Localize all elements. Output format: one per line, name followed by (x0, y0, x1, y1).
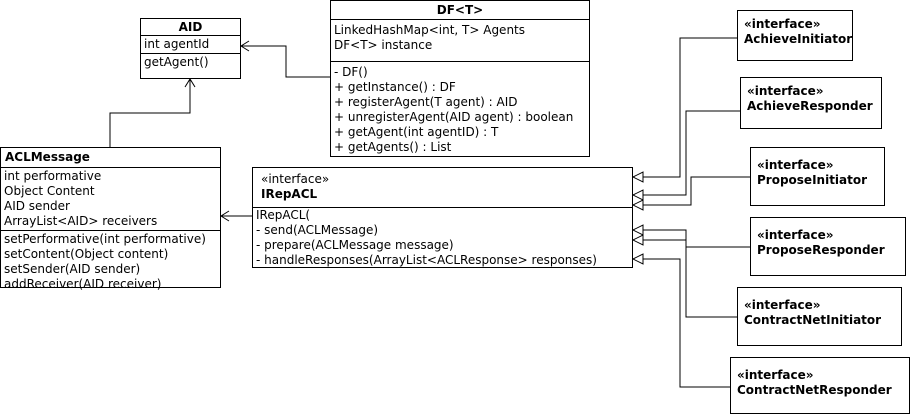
df-to-aid-association (241, 45, 330, 78)
aclmessage-operation: setPerformative(int performative) (4, 232, 206, 246)
irepacl-header: «interface» IRepACL (253, 168, 632, 207)
interface-name: AchieveResponder (747, 99, 873, 113)
aid-class[interactable]: AID int agentId getAgent() (140, 18, 241, 79)
aid-operation: getAgent() (144, 55, 209, 69)
interface-name: ProposeInitiator (757, 173, 868, 187)
realization-triangle-1 (631, 171, 644, 183)
realization-contractnet-initiator (643, 239, 737, 318)
interface-name: ProposeResponder (757, 243, 885, 257)
df-operation: + getAgent(int agentID) : T (334, 125, 499, 139)
df-attributes: LinkedHashMap<int, T> Agents DF<T> insta… (331, 19, 589, 61)
interface-stereotype: «interface» (744, 298, 821, 312)
realization-triangle-5 (631, 234, 644, 246)
realization-propose-initiator (643, 176, 750, 206)
irepacl-interface[interactable]: «interface» IRepACL IRepACL( - send(ACLM… (252, 167, 633, 268)
aclmessage-attribute: Object Content (4, 184, 95, 198)
interface-achieve-initiator[interactable]: «interface» AchieveInitiator (737, 10, 853, 61)
interface-propose-initiator[interactable]: «interface» ProposeInitiator (750, 147, 885, 206)
df-operations: - DF() + getInstance() : DF + registerAg… (331, 61, 589, 158)
df-attribute: DF<T> instance (334, 38, 433, 52)
df-operation: + registerAgent(T agent) : AID (334, 95, 518, 109)
df-operation: + getInstance() : DF (334, 80, 456, 94)
irepacl-stereotype: «interface» (261, 172, 330, 186)
df-class-name: DF<T> (436, 3, 484, 17)
aclmessage-class-name: ACLMessage (5, 150, 90, 164)
irepacl-operation: - prepare(ACLMessage message) (256, 238, 454, 252)
interface-stereotype: «interface» (747, 84, 824, 98)
acl-to-aid-association (109, 79, 191, 147)
interface-contractnet-initiator[interactable]: «interface» ContractNetInitiator (737, 287, 902, 346)
df-class[interactable]: DF<T> LinkedHashMap<int, T> Agents DF<T>… (330, 0, 590, 157)
irepacl-operation: - send(ACLMessage) (256, 223, 379, 237)
aclmessage-attribute: AID sender (4, 199, 70, 213)
interface-stereotype: «interface» (737, 368, 814, 382)
aclmessage-class[interactable]: ACLMessage int performative Object Conte… (0, 147, 221, 291)
aclmessage-attributes: int performative Object Content AID send… (1, 167, 220, 230)
aid-class-name: AID (178, 20, 203, 34)
irepacl-operations: IRepACL( - send(ACLMessage) - prepare(AC… (253, 207, 632, 268)
realization-achieve-initiator (643, 37, 737, 178)
interface-contractnet-responder[interactable]: «interface» ContractNetResponder (730, 357, 910, 414)
interface-stereotype: «interface» (757, 158, 834, 172)
aclmessage-operations: setPerformative(int performative) setCon… (1, 230, 220, 293)
interface-name: AchieveInitiator (744, 32, 853, 46)
aclmessage-operation: setSender(AID sender) (4, 262, 141, 276)
df-operation: + getAgents() : List (334, 140, 452, 154)
interface-propose-responder[interactable]: «interface» ProposeResponder (750, 217, 906, 276)
df-operation: + unregisterAgent(AID agent) : boolean (334, 110, 574, 124)
realization-triangle-6 (631, 253, 644, 265)
realization-triangle-2 (631, 189, 644, 201)
aid-operations: getAgent() (141, 53, 240, 71)
realization-triangle-4 (631, 224, 644, 236)
aclmessage-operation: setContent(Object content) (4, 247, 169, 261)
irepacl-operation: IRepACL( (256, 208, 311, 222)
df-operation: - DF() (334, 65, 368, 79)
interface-name: ContractNetInitiator (744, 313, 882, 327)
interface-name: ContractNetResponder (737, 383, 892, 397)
interface-stereotype: «interface» (757, 228, 834, 242)
df-attribute: LinkedHashMap<int, T> Agents (334, 23, 526, 37)
realization-triangle-3 (631, 199, 644, 211)
aid-attributes: int agentId (141, 35, 240, 53)
aclmessage-operation: addReceiver(AID receiver) (4, 277, 162, 291)
irepacl-name: IRepACL (261, 187, 318, 201)
irepacl-operation: - handleResponses(ArrayList<ACLResponse>… (256, 253, 597, 267)
aid-attribute: int agentId (144, 37, 210, 51)
aclmessage-attribute: int performative (4, 169, 102, 183)
aclmessage-attribute: ArrayList<AID> receivers (4, 214, 158, 228)
interface-achieve-responder[interactable]: «interface» AchieveResponder (740, 77, 882, 129)
interface-stereotype: «interface» (744, 17, 821, 31)
realization-propose-responder (643, 229, 750, 248)
